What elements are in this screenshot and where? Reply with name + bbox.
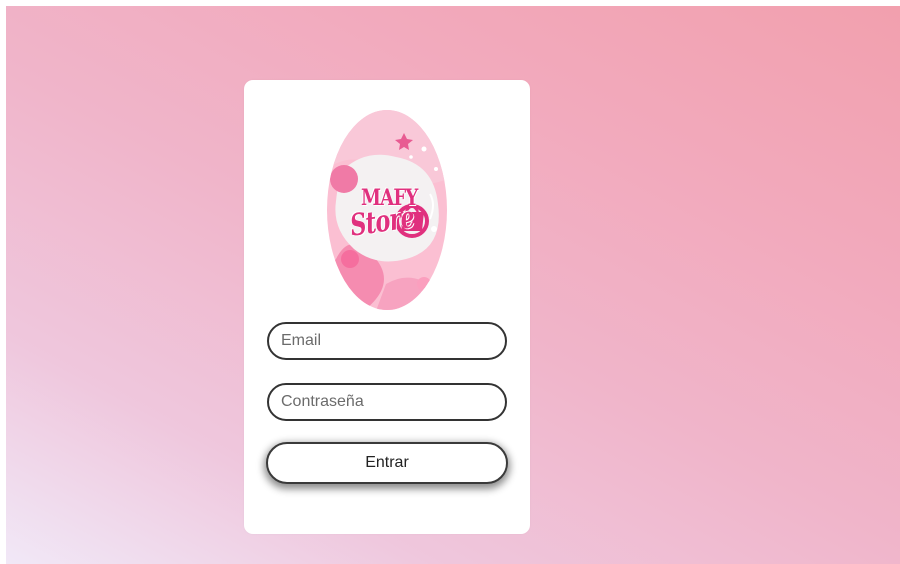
email-input[interactable]: [267, 322, 507, 360]
password-input[interactable]: [267, 383, 507, 421]
login-card: MAFY Store Entrar: [244, 80, 530, 534]
login-submit-button[interactable]: Entrar: [266, 442, 508, 484]
mafy-store-logo-icon: MAFY Store: [326, 109, 448, 311]
